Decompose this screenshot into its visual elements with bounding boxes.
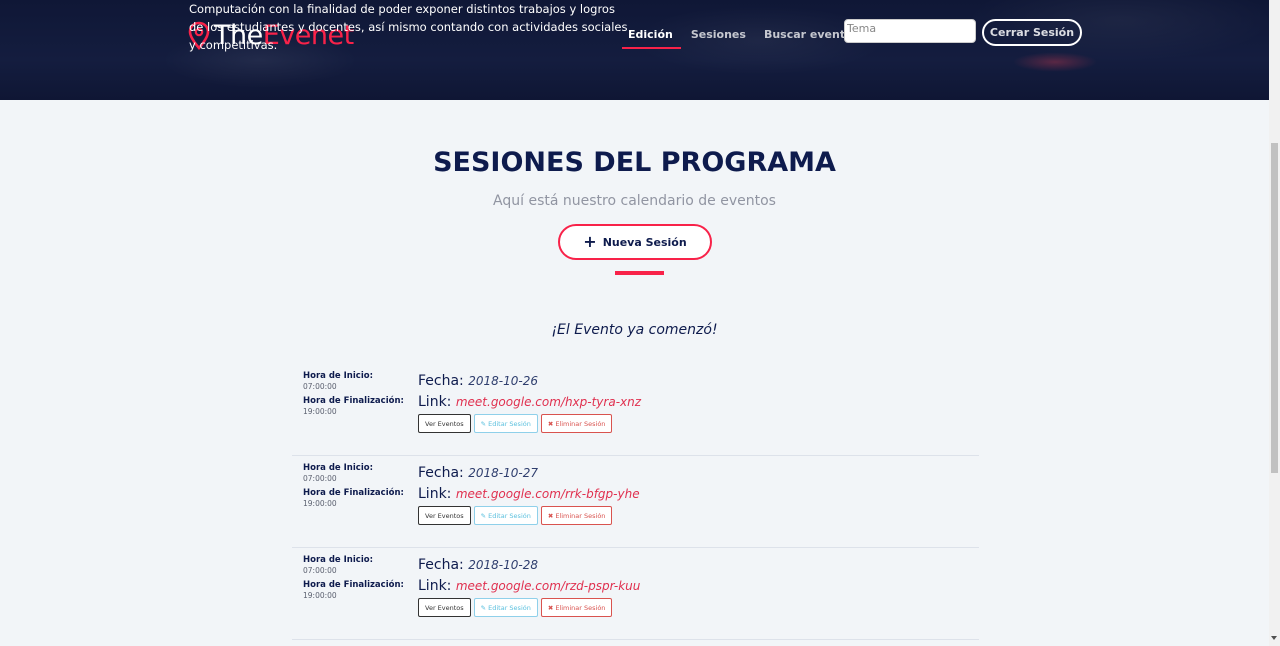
end-time: 19:00:00 bbox=[303, 499, 337, 508]
date-label: Fecha: bbox=[418, 373, 464, 389]
plus-icon: + bbox=[583, 232, 597, 251]
view-events-button[interactable]: Ver Eventos bbox=[418, 414, 471, 433]
x-icon: ✖ bbox=[547, 511, 554, 520]
start-time: 07:00:00 bbox=[303, 382, 337, 391]
header: TheEvenet Computación con la finalidad d… bbox=[0, 0, 1269, 100]
end-label: Hora de Finalización: bbox=[303, 580, 404, 590]
date-label: Fecha: bbox=[418, 557, 464, 573]
delete-session-button[interactable]: ✖ Eliminar Sesión bbox=[540, 506, 613, 525]
nav-sesiones[interactable]: Sesiones bbox=[683, 27, 754, 49]
logout-button[interactable]: Cerrar Sesión bbox=[982, 19, 1082, 46]
pencil-icon: ✎ bbox=[480, 511, 487, 520]
scrollbar-thumb[interactable] bbox=[1271, 143, 1278, 473]
end-time: 19:00:00 bbox=[303, 407, 337, 416]
edit-session-button[interactable]: ✎ Editar Sesión bbox=[473, 414, 538, 433]
delete-session-button[interactable]: ✖ Eliminar Sesión bbox=[540, 414, 613, 433]
new-session-button[interactable]: + Nueva Sesión bbox=[558, 224, 712, 260]
session-row: Hora de Inicio: 07:00:00 Hora de Finaliz… bbox=[292, 548, 979, 640]
session-date: 2018-10-26 bbox=[468, 374, 538, 388]
x-icon: ✖ bbox=[547, 419, 554, 428]
pencil-icon: ✎ bbox=[480, 419, 487, 428]
start-label: Hora de Inicio: bbox=[303, 463, 373, 473]
session-row: Hora de Inicio: 07:00:00 Hora de Finaliz… bbox=[292, 364, 979, 456]
link-label: Link: bbox=[418, 394, 452, 410]
delete-session-label: Eliminar Sesión bbox=[555, 511, 606, 520]
event-status-message: ¡El Evento ya comenzó! bbox=[551, 322, 718, 338]
x-icon: ✖ bbox=[547, 603, 554, 612]
new-session-label: Nueva Sesión bbox=[602, 235, 687, 249]
session-row: Hora de Inicio: 07:00:00 Hora de Finaliz… bbox=[292, 456, 979, 548]
search-input[interactable] bbox=[844, 19, 976, 43]
end-label: Hora de Finalización: bbox=[303, 396, 404, 406]
edit-session-button[interactable]: ✎ Editar Sesión bbox=[473, 598, 538, 617]
start-time: 07:00:00 bbox=[303, 474, 337, 483]
intro-text: Computación con la finalidad de poder ex… bbox=[189, 2, 628, 52]
delete-session-label: Eliminar Sesión bbox=[555, 419, 606, 428]
session-times: Hora de Inicio: 07:00:00 Hora de Finaliz… bbox=[303, 555, 404, 605]
link-label: Link: bbox=[418, 578, 452, 594]
nav-edicion[interactable]: Edición bbox=[620, 27, 681, 49]
edit-session-label: Editar Sesión bbox=[488, 511, 531, 520]
session-times: Hora de Inicio: 07:00:00 Hora de Finaliz… bbox=[303, 463, 404, 513]
link-label: Link: bbox=[418, 486, 452, 502]
date-label: Fecha: bbox=[418, 465, 464, 481]
edit-session-button[interactable]: ✎ Editar Sesión bbox=[473, 506, 538, 525]
main-nav: Edición Sesiones Buscar evento bbox=[620, 27, 863, 49]
session-link[interactable]: meet.google.com/rzd-pspr-kuu bbox=[456, 579, 641, 593]
session-info: Fecha: 2018-10-28 Link: meet.google.com/… bbox=[418, 555, 640, 617]
pencil-icon: ✎ bbox=[480, 603, 487, 612]
start-label: Hora de Inicio: bbox=[303, 555, 373, 565]
start-time: 07:00:00 bbox=[303, 566, 337, 575]
view-events-button[interactable]: Ver Eventos bbox=[418, 598, 471, 617]
session-date: 2018-10-28 bbox=[468, 558, 538, 572]
session-times: Hora de Inicio: 07:00:00 Hora de Finaliz… bbox=[303, 371, 404, 421]
title-underline bbox=[615, 271, 664, 275]
edit-session-label: Editar Sesión bbox=[488, 419, 531, 428]
end-label: Hora de Finalización: bbox=[303, 488, 404, 498]
session-link[interactable]: meet.google.com/rrk-bfgp-yhe bbox=[456, 487, 640, 501]
scroll-down-arrow-icon[interactable] bbox=[1271, 636, 1277, 640]
start-label: Hora de Inicio: bbox=[303, 371, 373, 381]
session-info: Fecha: 2018-10-27 Link: meet.google.com/… bbox=[418, 463, 640, 525]
session-link[interactable]: meet.google.com/hxp-tyra-xnz bbox=[456, 395, 641, 409]
edit-session-label: Editar Sesión bbox=[488, 603, 531, 612]
page-subtitle: Aquí está nuestro calendario de eventos bbox=[493, 193, 776, 209]
session-date: 2018-10-27 bbox=[468, 466, 538, 480]
page-title: SESIONES DEL PROGRAMA bbox=[433, 147, 836, 178]
session-info: Fecha: 2018-10-26 Link: meet.google.com/… bbox=[418, 371, 641, 433]
scrollbar[interactable] bbox=[1269, 0, 1280, 646]
delete-session-button[interactable]: ✖ Eliminar Sesión bbox=[540, 598, 613, 617]
end-time: 19:00:00 bbox=[303, 591, 337, 600]
delete-session-label: Eliminar Sesión bbox=[555, 603, 606, 612]
view-events-button[interactable]: Ver Eventos bbox=[418, 506, 471, 525]
